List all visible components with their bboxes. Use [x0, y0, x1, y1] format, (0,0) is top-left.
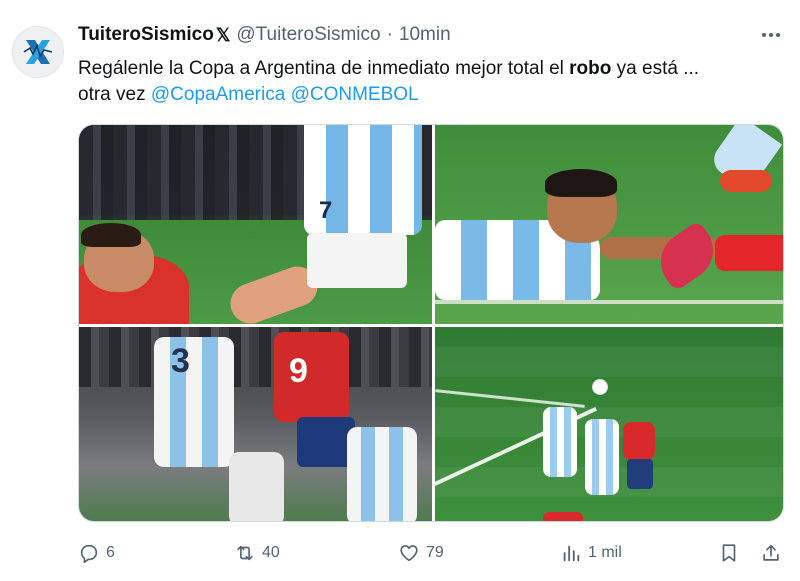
x-badge-icon: 𝕏	[215, 24, 231, 45]
tweet-card: TuiteroSismico 𝕏 @TuiteroSismico · 10min…	[0, 0, 800, 581]
reply-button[interactable]: 6	[78, 540, 115, 566]
bookmark-icon	[722, 544, 736, 562]
reply-count: 6	[106, 544, 115, 561]
like-button[interactable]: 79	[398, 540, 444, 566]
more-options-icon[interactable]	[756, 24, 786, 46]
retweet-count: 40	[262, 544, 280, 561]
display-name[interactable]: TuiteroSismico	[78, 24, 214, 46]
tweet-text-part: otra vez	[78, 84, 151, 105]
views-chart-icon	[563, 545, 580, 562]
tweet-header: TuiteroSismico 𝕏 @TuiteroSismico · 10min	[78, 22, 451, 48]
seismic-x-logo-icon	[23, 40, 53, 64]
views-button[interactable]: 1 mil	[560, 540, 622, 566]
action-bar: 6 40 79 1 mil	[78, 540, 788, 566]
heart-icon	[400, 545, 418, 562]
bookmark-button[interactable]	[718, 540, 740, 566]
media-image-3[interactable]: 3 9	[79, 327, 432, 521]
avatar[interactable]	[12, 26, 64, 78]
share-icon	[763, 544, 779, 561]
mention-conmebol[interactable]: @CONMEBOL	[291, 84, 419, 105]
media-image-4[interactable]	[435, 327, 783, 521]
tweet-text-bold: robo	[569, 58, 612, 79]
separator-dot: ·	[386, 24, 393, 45]
retweet-icon	[237, 545, 253, 561]
mention-copaamerica[interactable]: @CopaAmerica	[151, 84, 285, 105]
user-handle[interactable]: @TuiteroSismico	[236, 24, 380, 46]
like-count: 79	[426, 544, 444, 561]
share-button[interactable]	[760, 540, 782, 566]
timestamp[interactable]: 10min	[399, 24, 451, 46]
retweet-button[interactable]: 40	[234, 540, 280, 566]
media-grid: 7 3 9	[78, 124, 784, 522]
reply-icon	[80, 544, 98, 563]
tweet-text-part: ya está ...	[611, 58, 700, 79]
views-count: 1 mil	[588, 544, 622, 561]
media-image-2[interactable]	[435, 125, 783, 324]
tweet-text: Regálenle la Copa a Argentina de inmedia…	[78, 56, 778, 108]
media-image-1[interactable]: 7	[79, 125, 432, 324]
tweet-text-part: Regálenle la Copa a Argentina de inmedia…	[78, 58, 570, 79]
